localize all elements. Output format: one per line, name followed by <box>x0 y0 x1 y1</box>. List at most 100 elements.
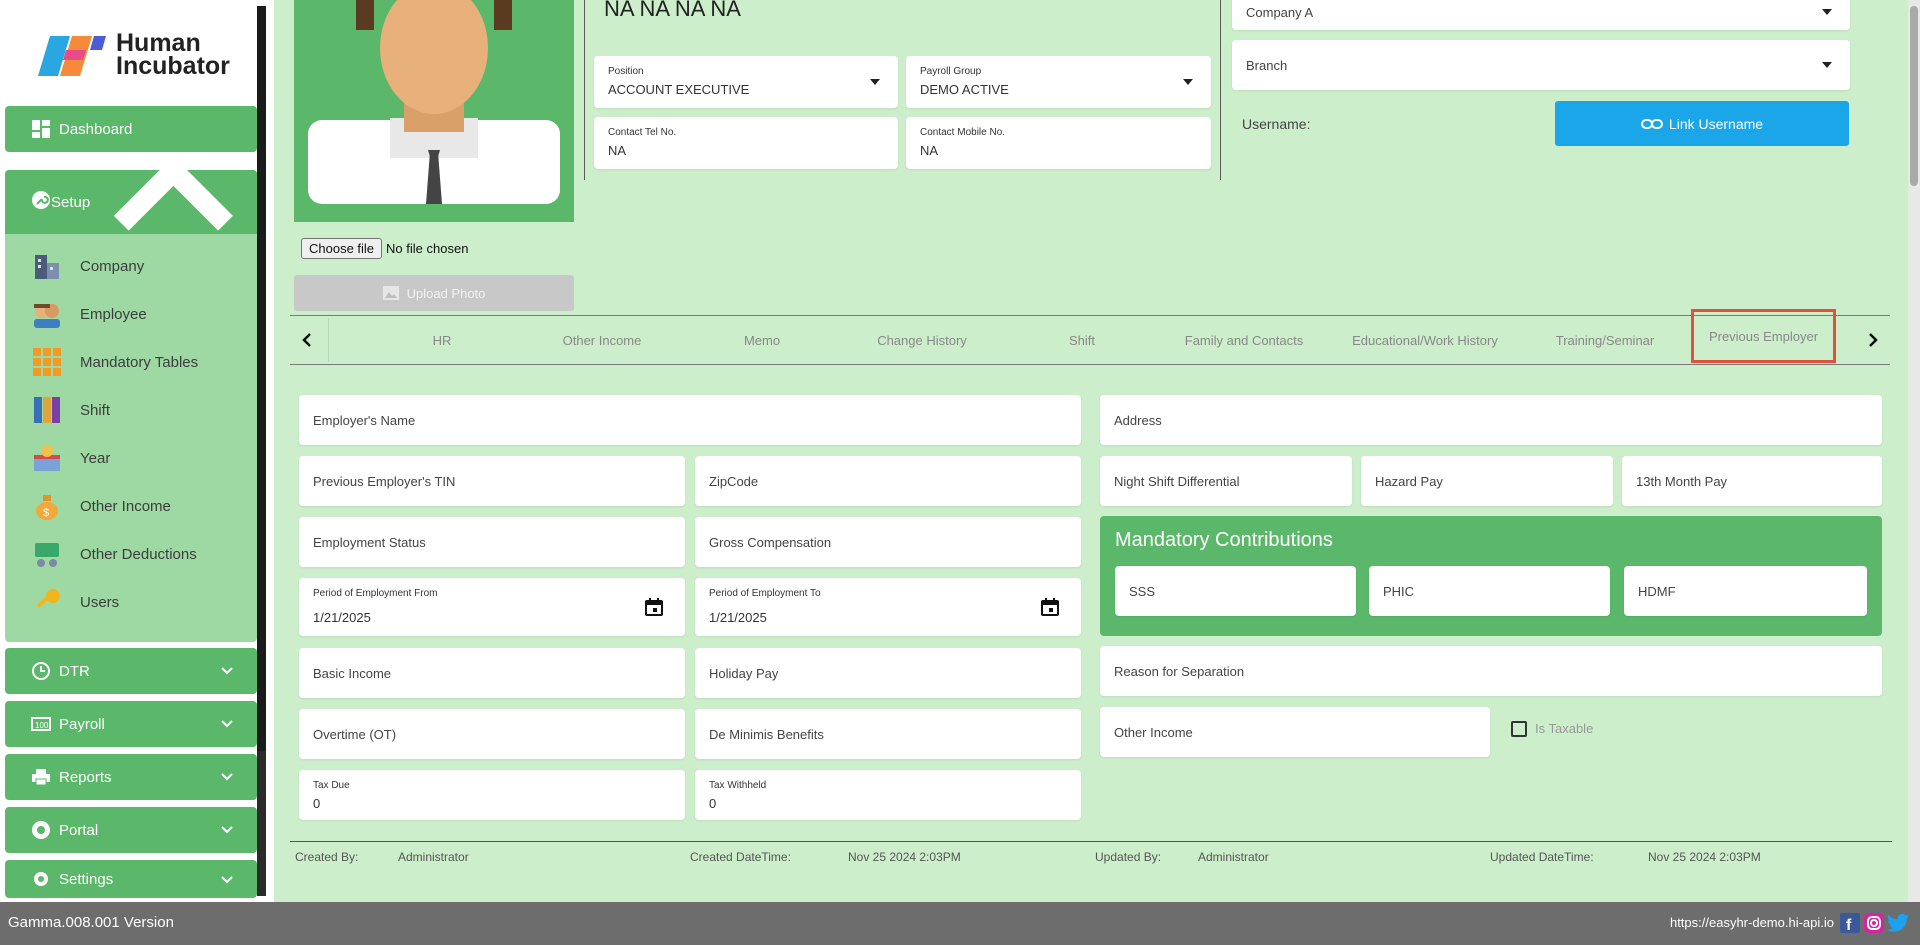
is-taxable-checkbox[interactable] <box>1511 721 1527 737</box>
sidebar-item-other-deductions[interactable]: Other Deductions <box>32 536 197 572</box>
tab-hr[interactable]: HR <box>382 318 502 362</box>
chevron-down-icon <box>221 773 233 781</box>
tab-training-seminar[interactable]: Training/Seminar <box>1540 318 1670 362</box>
tab-other-income[interactable]: Other Income <box>542 318 662 362</box>
hdmf-placeholder: HDMF <box>1638 583 1676 599</box>
tab-scroll-right-button[interactable] <box>1858 325 1888 355</box>
de-minimis-benefits-field[interactable]: De Minimis Benefits <box>695 709 1081 759</box>
company-select[interactable]: Company A <box>1232 0 1850 30</box>
sidebar-item-label: Mandatory Tables <box>80 353 199 371</box>
dropdown-caret-icon <box>1822 9 1832 15</box>
tab-label: Educational/Work History <box>1352 332 1498 348</box>
nav-portal[interactable]: Portal <box>5 807 257 853</box>
upload-photo-button[interactable]: Upload Photo <box>294 275 574 311</box>
tab-scroll-left-button[interactable] <box>292 325 322 355</box>
holiday-pay-placeholder: Holiday Pay <box>709 665 779 681</box>
chevron-down-icon <box>221 826 233 834</box>
payroll-group-label: Payroll Group <box>920 66 982 77</box>
twitter-icon[interactable] <box>1886 913 1910 933</box>
branch-placeholder: Branch <box>1246 57 1288 73</box>
thirteenth-month-pay-field[interactable]: 13th Month Pay <box>1622 456 1882 506</box>
overtime-field[interactable]: Overtime (OT) <box>299 709 685 759</box>
night-shift-differential-field[interactable]: Night Shift Differential <box>1100 456 1352 506</box>
sidebar-item-other-income[interactable]: $ Other Income <box>32 488 171 524</box>
choose-file-button[interactable]: Choose file <box>301 238 383 259</box>
created-by-value: Administrator <box>398 850 469 864</box>
previous-employer-tin-field[interactable]: Previous Employer's TIN <box>299 456 685 506</box>
tab-educational-work-history[interactable]: Educational/Work History <box>1334 318 1516 362</box>
sidebar-item-company[interactable]: Company <box>32 248 144 284</box>
clock-icon <box>31 661 51 681</box>
reason-for-separation-field[interactable]: Reason for Separation <box>1100 646 1882 696</box>
footer-bar: Gamma.008.001 Version https://easyhr-dem… <box>0 902 1920 945</box>
nav-reports[interactable]: Reports <box>5 754 257 800</box>
sidebar-item-shift[interactable]: Shift <box>32 392 110 428</box>
other-income-field[interactable]: Other Income <box>1100 707 1490 757</box>
tab-previous-employer[interactable]: Previous Employer <box>1691 309 1836 363</box>
tab-family-contacts[interactable]: Family and Contacts <box>1172 318 1316 362</box>
employment-status-field[interactable]: Employment Status <box>299 517 685 567</box>
main-scrollbar-thumb[interactable] <box>1910 6 1918 186</box>
updated-datetime-value: Nov 25 2024 2:03PM <box>1648 850 1761 864</box>
sidebar-item-employee[interactable]: Employee <box>32 296 147 332</box>
phic-placeholder: PHIC <box>1383 583 1415 599</box>
file-chooser[interactable]: Choose file No file chosen <box>301 238 468 259</box>
tax-due-field[interactable]: Tax Due 0 <box>299 770 685 820</box>
payroll-group-select[interactable]: Payroll Group DEMO ACTIVE <box>906 56 1211 108</box>
sidebar-item-users[interactable]: Users <box>32 584 119 620</box>
nav-settings[interactable]: Settings <box>5 860 257 898</box>
calendar-icon[interactable] <box>1041 598 1059 616</box>
contact-tel-label: Contact Tel No. <box>608 127 677 138</box>
chevron-down-icon <box>221 720 233 728</box>
tab-label: Memo <box>743 332 781 348</box>
link-username-button[interactable]: Link Username <box>1555 101 1849 146</box>
contact-mobile-field[interactable]: Contact Mobile No. NA <box>906 117 1211 169</box>
deductions-icon <box>35 543 59 567</box>
nav-dtr[interactable]: DTR <box>5 648 257 694</box>
gross-compensation-field[interactable]: Gross Compensation <box>695 517 1081 567</box>
hdmf-field[interactable]: HDMF <box>1624 566 1867 616</box>
employer-name-field[interactable]: Employer's Name <box>299 395 1081 445</box>
phic-field[interactable]: PHIC <box>1369 566 1610 616</box>
sidebar-item-year[interactable]: Year <box>32 440 110 476</box>
sidebar-item-label: Other Income <box>80 497 171 515</box>
period-to-date-field[interactable]: Period of Employment To 1/21/2025 <box>695 578 1081 636</box>
calendar-icon[interactable] <box>645 598 663 616</box>
company-value: Company A <box>1246 4 1314 20</box>
position-select[interactable]: Position ACCOUNT EXECUTIVE <box>594 56 898 108</box>
contact-tel-field[interactable]: Contact Tel No. NA <box>594 117 898 169</box>
nav-payroll[interactable]: 100 Payroll <box>5 701 257 747</box>
sidebar-item-mandatory-tables[interactable]: Mandatory Tables <box>32 344 198 380</box>
employment-status-placeholder: Employment Status <box>313 534 426 550</box>
zipcode-field[interactable]: ZipCode <box>695 456 1081 506</box>
updated-by-value: Administrator <box>1198 850 1269 864</box>
period-to-label: Period of Employment To <box>709 588 821 599</box>
tab-label: Change History <box>877 332 967 348</box>
site-url-link[interactable]: https://easyhr-demo.hi-api.io <box>1670 915 1834 930</box>
created-datetime-label: Created DateTime: <box>690 850 791 864</box>
instagram-icon[interactable] <box>1864 913 1884 933</box>
address-field[interactable]: Address <box>1100 395 1882 445</box>
facebook-icon[interactable]: f <box>1840 913 1860 933</box>
sss-field[interactable]: SSS <box>1115 566 1356 616</box>
username-label: Username: <box>1242 116 1311 132</box>
tab-memo[interactable]: Memo <box>702 318 822 362</box>
position-value: ACCOUNT EXECUTIVE <box>608 82 750 97</box>
hazard-pay-field[interactable]: Hazard Pay <box>1361 456 1613 506</box>
period-from-date-field[interactable]: Period of Employment From 1/21/2025 <box>299 578 685 636</box>
dropdown-caret-icon <box>870 79 880 85</box>
tab-label: Previous Employer <box>1708 328 1819 344</box>
tax-withheld-field[interactable]: Tax Withheld 0 <box>695 770 1081 820</box>
holiday-pay-field[interactable]: Holiday Pay <box>695 648 1081 698</box>
branch-select[interactable]: Branch <box>1232 40 1850 90</box>
overtime-placeholder: Overtime (OT) <box>313 726 397 742</box>
mandatory-contributions-title: Mandatory Contributions <box>1115 529 1333 551</box>
basic-income-field[interactable]: Basic Income <box>299 648 685 698</box>
thirteenth-month-pay-placeholder: 13th Month Pay <box>1636 473 1728 489</box>
tab-shift[interactable]: Shift <box>1022 318 1142 362</box>
sidebar-scrollbar-thumb[interactable] <box>257 6 266 751</box>
wrench-icon <box>31 190 51 214</box>
nav-setup[interactable]: Setup <box>5 155 257 234</box>
tab-change-history[interactable]: Change History <box>862 318 982 362</box>
divider <box>584 0 585 180</box>
